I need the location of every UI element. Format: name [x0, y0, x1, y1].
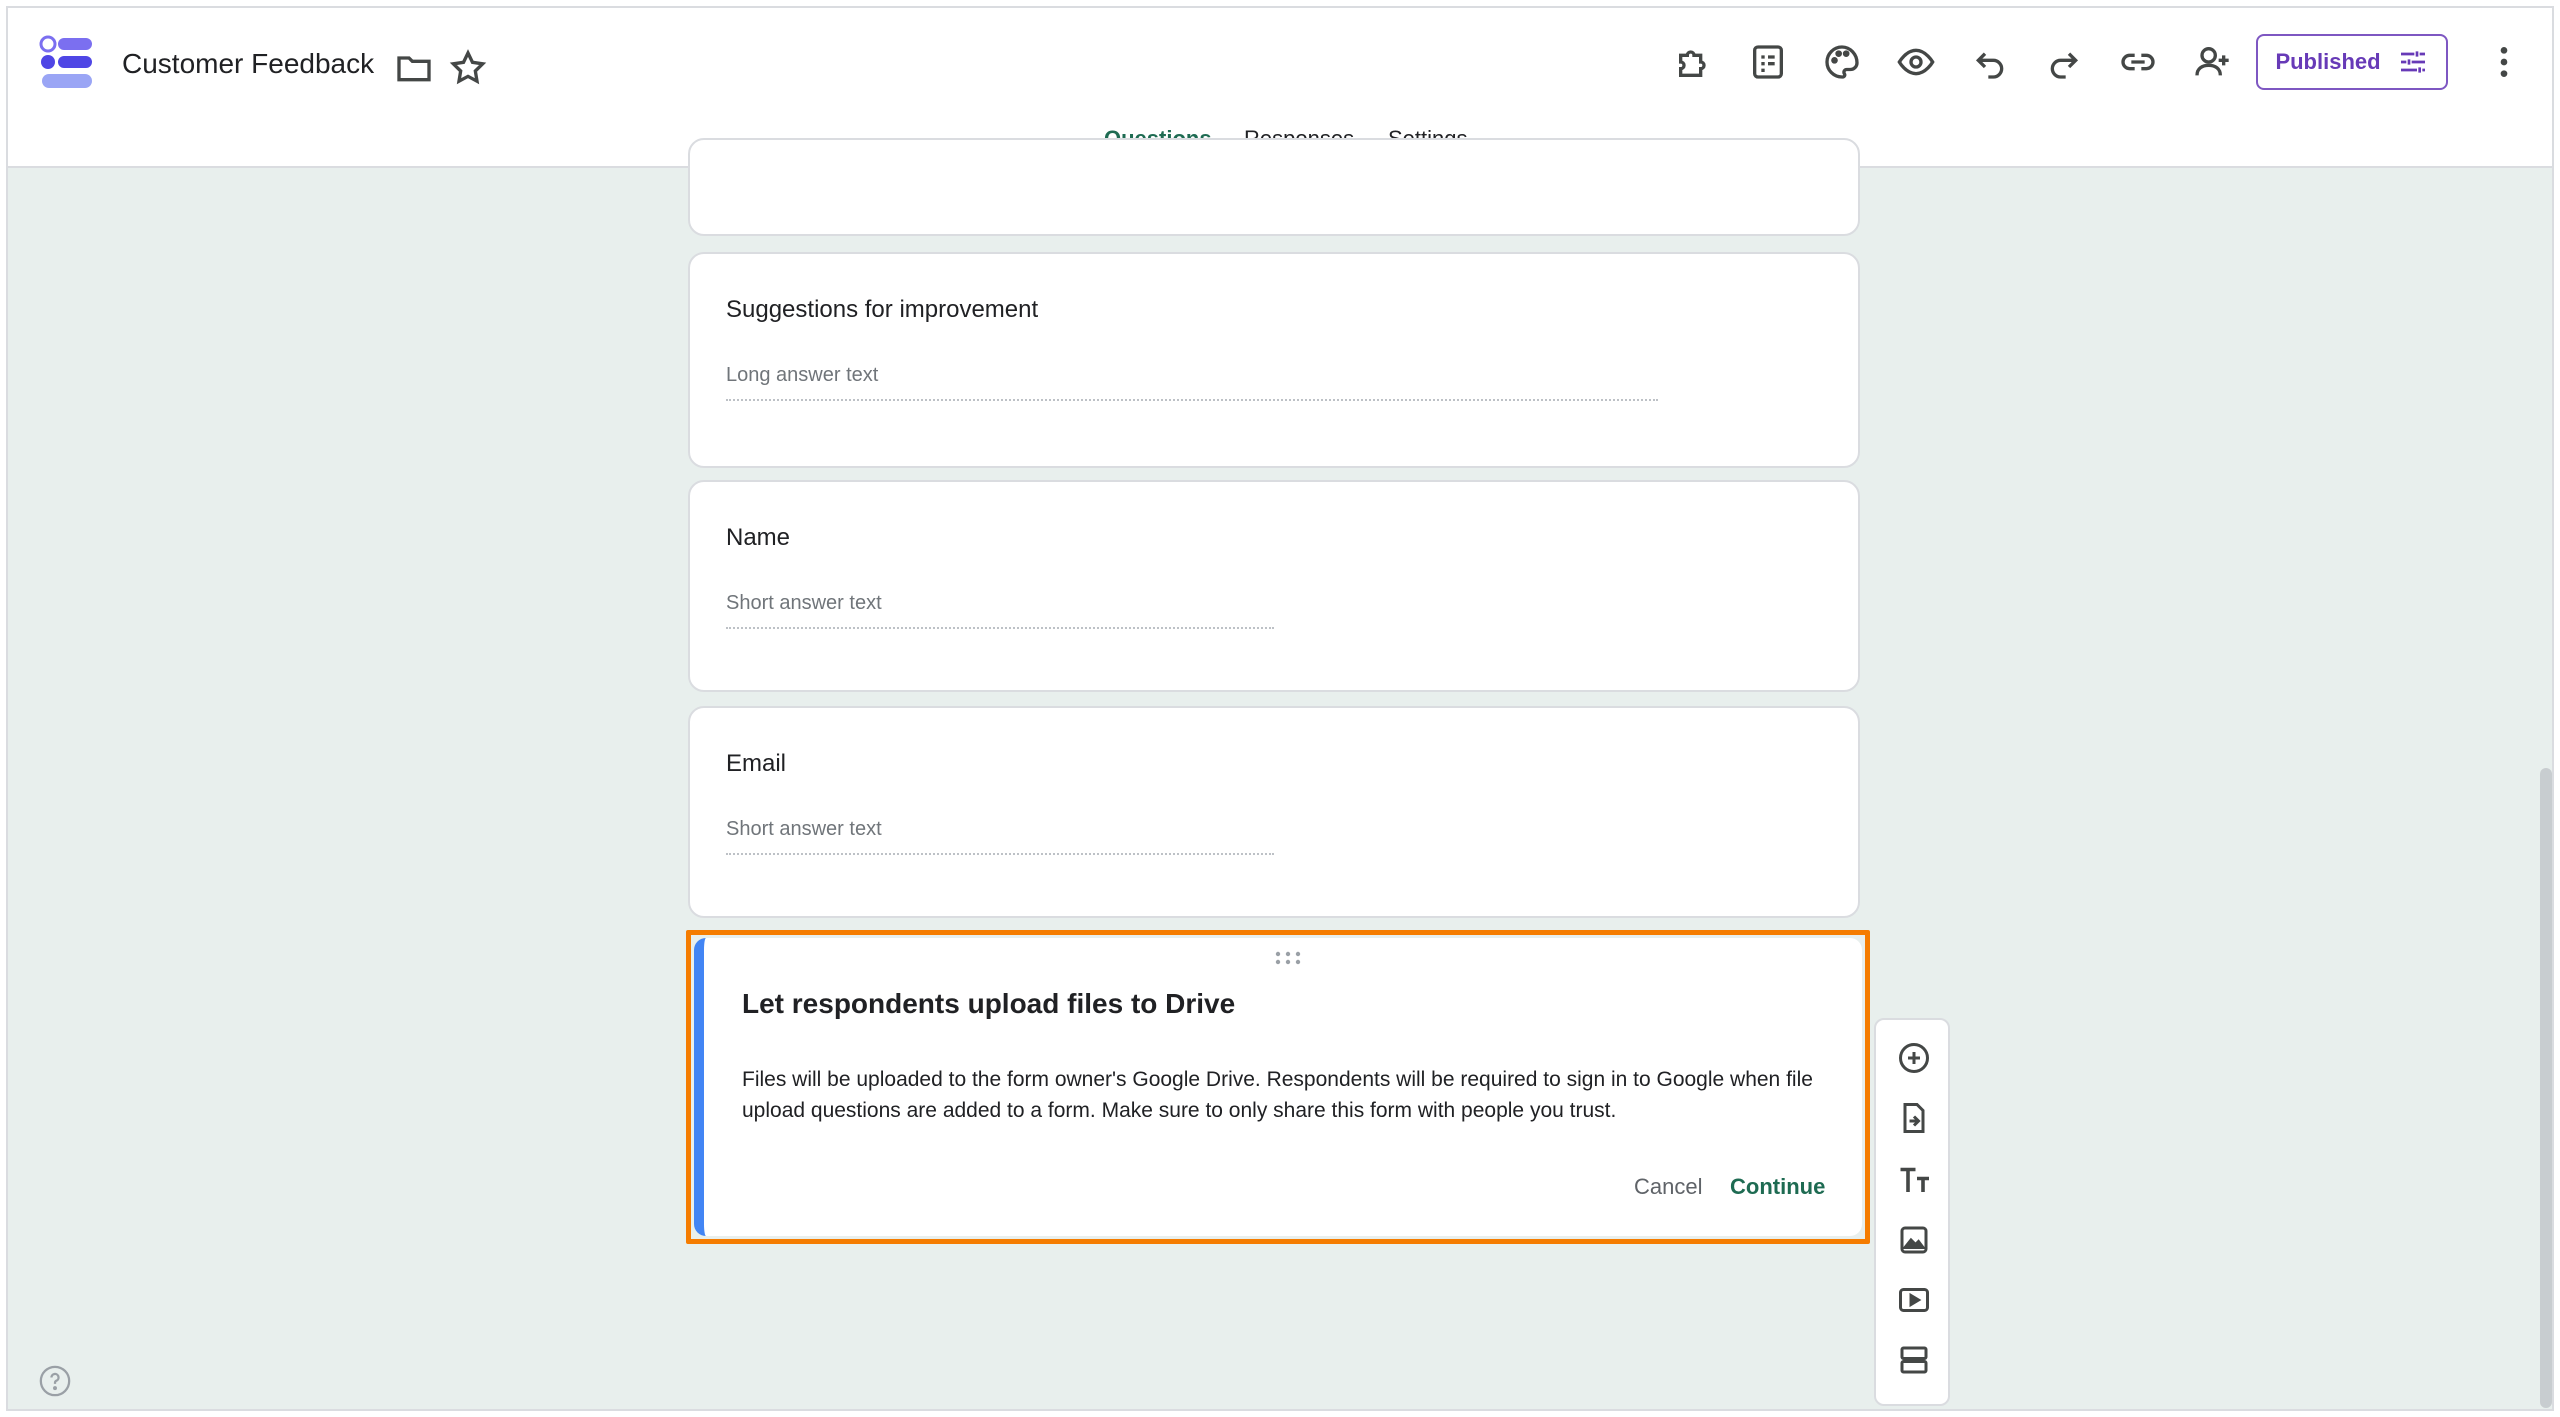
answer-placeholder: Long answer text [726, 364, 1658, 401]
add-collaborator-icon[interactable] [2192, 42, 2232, 82]
drag-handle-icon[interactable] [1274, 950, 1302, 966]
addons-puzzle-icon[interactable] [1674, 42, 1714, 82]
continue-button[interactable]: Continue [1730, 1174, 1825, 1200]
vertical-scrollbar[interactable] [2540, 768, 2552, 1408]
link-icon[interactable] [2118, 42, 2158, 82]
folder-icon[interactable] [394, 48, 434, 88]
redo-icon[interactable] [2044, 42, 2084, 82]
question-title[interactable]: Name [726, 524, 790, 552]
file-upload-confirm-card: Let respondents upload files to Drive Fi… [694, 938, 1862, 1236]
question-title[interactable]: Suggestions for improvement [726, 296, 1038, 324]
add-video-icon[interactable] [1896, 1282, 1932, 1318]
cancel-button[interactable]: Cancel [1634, 1174, 1702, 1200]
answer-placeholder: Short answer text [726, 818, 1274, 855]
question-card[interactable]: Email Short answer text [688, 706, 1860, 918]
help-icon[interactable] [38, 1364, 72, 1398]
form-title[interactable]: Customer Feedback [122, 48, 374, 80]
dialog-body: Files will be uploaded to the form owner… [742, 1068, 1813, 1122]
tune-sliders-icon [2400, 51, 2425, 73]
question-toolbar [1874, 1018, 1950, 1406]
question-title[interactable]: Email [726, 750, 786, 778]
import-questions-icon[interactable] [1896, 1100, 1932, 1136]
published-settings-button[interactable]: Published [2256, 34, 2448, 90]
preview-eye-icon[interactable] [1896, 42, 1936, 82]
answer-placeholder: Short answer text [726, 592, 1274, 629]
app-window: Customer Feedback Published Suggestions … [6, 6, 2554, 1411]
more-vert-icon[interactable] [2484, 42, 2524, 82]
add-section-icon[interactable] [1896, 1342, 1932, 1378]
add-question-icon[interactable] [1896, 1040, 1932, 1076]
palette-icon[interactable] [1822, 42, 1862, 82]
published-label: Published [2275, 49, 2381, 74]
question-card[interactable]: Suggestions for improvement Long answer … [688, 252, 1860, 468]
undo-icon[interactable] [1970, 42, 2010, 82]
question-card[interactable]: Name Short answer text [688, 480, 1860, 692]
dialog-title: Let respondents upload files to Drive [742, 988, 1236, 1019]
add-title-icon[interactable] [1896, 1162, 1932, 1198]
question-card-partial[interactable] [688, 138, 1860, 236]
star-icon[interactable] [448, 48, 488, 88]
add-image-icon[interactable] [1896, 1222, 1932, 1258]
form-publish-icon[interactable] [1748, 42, 1788, 82]
forms-logo-icon[interactable] [38, 34, 94, 90]
